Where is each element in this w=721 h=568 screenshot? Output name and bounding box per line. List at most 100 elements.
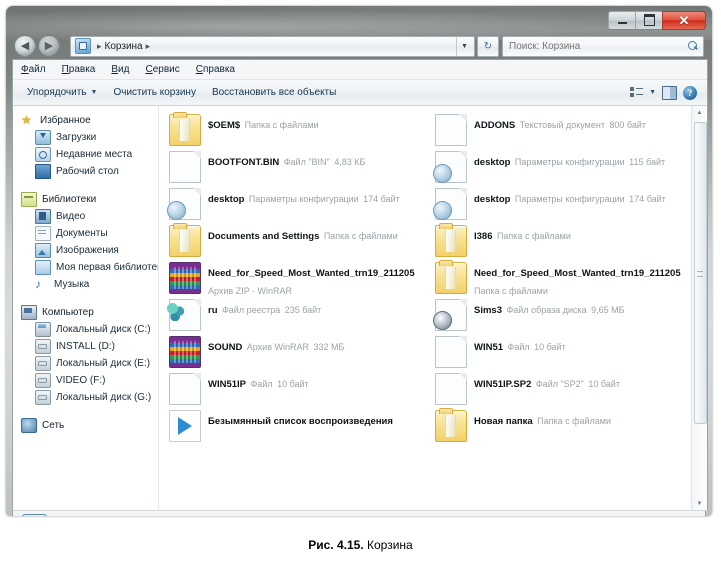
maximize-button[interactable] (635, 11, 663, 30)
sidebar-label: Сеть (42, 420, 64, 431)
list-item[interactable]: ADDONS Текстовый документ 800 байт (429, 112, 691, 149)
minimize-button[interactable] (608, 11, 636, 30)
sidebar-item-network[interactable]: Сеть (13, 417, 158, 434)
file-size: 9,65 МБ (591, 305, 624, 315)
list-item[interactable]: Documents and Settings Папка с файлами (163, 223, 425, 260)
breadcrumb-separator-end-icon[interactable]: ▸ (146, 41, 151, 52)
nav-group-network: Сеть (13, 417, 158, 434)
sidebar-label: Музыка (54, 279, 89, 290)
disc-image-icon (435, 299, 467, 331)
file-name: BOOTFONT.BIN (208, 157, 279, 168)
sidebar-label: Документы (56, 228, 108, 239)
list-item[interactable]: desktop Параметры конфигурации 174 байт (163, 186, 425, 223)
folder-icon (169, 225, 201, 257)
file-type: Папка с файлами (537, 416, 611, 426)
file-size: 10 байт (534, 342, 566, 352)
file-name: WIN51 (474, 342, 503, 353)
help-icon[interactable]: ? (683, 86, 697, 100)
libraries-icon (21, 192, 37, 207)
sidebar-item-my-first-library[interactable]: Моя первая библиотека (13, 259, 158, 276)
sidebar-item-music[interactable]: ♪ Музыка (13, 276, 158, 293)
toolbar-right-group: ▼ ? (630, 86, 701, 100)
sidebar-item-pictures[interactable]: Изображения (13, 242, 158, 259)
computer-icon (21, 305, 37, 320)
search-box[interactable] (502, 36, 704, 57)
sidebar-item-recent-places[interactable]: Недавние места (13, 146, 158, 163)
folder-icon (435, 225, 467, 257)
address-bar-row: ◀ ▶ ▸ Корзина ▸ ▼ ↻ (6, 33, 712, 59)
empty-recycle-bin-button[interactable]: Очистить корзину (105, 87, 204, 98)
view-chevron-down-icon[interactable]: ▼ (649, 89, 656, 96)
restore-all-items-button[interactable]: Восстановить все объекты (204, 87, 344, 98)
text-file-icon (435, 114, 467, 146)
forward-icon: ▶ (45, 41, 53, 52)
list-item[interactable]: $OEM$ Папка с файлами (163, 112, 425, 149)
scroll-down-button[interactable]: ▼ (692, 497, 707, 511)
vertical-scrollbar[interactable]: ▲ ▼ (691, 106, 707, 511)
address-bar[interactable]: ▸ Корзина ▸ ▼ (70, 36, 475, 57)
list-item[interactable]: Новая папка Папка с файлами (429, 408, 691, 445)
sidebar-item-video[interactable]: Видео (13, 208, 158, 225)
list-item[interactable]: ru Файл реестра 235 байт (163, 297, 425, 334)
breadcrumb-current[interactable]: Корзина (105, 41, 143, 52)
search-input[interactable] (507, 40, 688, 53)
list-item[interactable]: Need_for_Speed_Most_Wanted_trn19_211205 … (163, 260, 425, 297)
sidebar-item-drive-c[interactable]: Локальный диск (C:) (13, 321, 158, 338)
chevron-down-icon: ▼ (91, 89, 98, 96)
list-item[interactable]: Sims3 Файл образа диска 9,65 МБ (429, 297, 691, 334)
sidebar-item-downloads[interactable]: Загрузки (13, 129, 158, 146)
preview-pane-icon[interactable] (662, 86, 677, 100)
list-item[interactable]: BOOTFONT.BIN Файл "BIN" 4,83 КБ (163, 149, 425, 186)
list-item[interactable]: WIN51IP.SP2 Файл "SP2" 10 байт (429, 371, 691, 408)
list-item[interactable]: SOUND Архив WinRAR 332 МБ (163, 334, 425, 371)
file-name: ru (208, 305, 218, 316)
file-name: WIN51IP.SP2 (474, 379, 531, 390)
command-toolbar: Упорядочить ▼ Очистить корзину Восстанов… (13, 80, 707, 106)
sidebar-item-drive-e[interactable]: Локальный диск (E:) (13, 355, 158, 372)
config-file-icon (435, 188, 467, 220)
menu-item-file[interactable]: Файл (21, 64, 46, 75)
sidebar-item-computer[interactable]: Компьютер (13, 304, 158, 321)
refresh-button[interactable]: ↻ (477, 36, 499, 57)
list-item[interactable]: desktop Параметры конфигурации 115 байт (429, 149, 691, 186)
search-icon[interactable] (688, 41, 699, 52)
file-type: Текстовый документ (520, 120, 605, 130)
menu-item-edit[interactable]: Правка (62, 64, 96, 75)
list-item[interactable]: Need_for_Speed_Most_Wanted_trn19_211205 … (429, 260, 691, 297)
sidebar-item-desktop[interactable]: Рабочий стол (13, 163, 158, 180)
forward-button[interactable]: ▶ (38, 35, 60, 57)
list-item[interactable]: Безымянный список воспроизведения (163, 408, 425, 445)
nav-group-favorites: ★ Избранное Загрузки Недавние места (13, 112, 158, 180)
sidebar-label: Загрузки (56, 132, 96, 143)
menu-item-tools[interactable]: Сервис (145, 64, 179, 75)
file-list-view[interactable]: $OEM$ Папка с файлами ADDONS Текстовый д… (159, 106, 691, 511)
sidebar-item-drive-f[interactable]: VIDEO (F:) (13, 372, 158, 389)
list-item[interactable]: I386 Папка с файлами (429, 223, 691, 260)
organize-button[interactable]: Упорядочить ▼ (19, 87, 105, 98)
scroll-up-button[interactable]: ▲ (692, 106, 707, 120)
file-icon (435, 373, 467, 405)
folder-icon (169, 114, 201, 146)
address-dropdown-button[interactable]: ▼ (456, 37, 472, 56)
back-button[interactable]: ◀ (14, 35, 36, 57)
nav-group-libraries: Библиотеки Видео Документы Изображе (13, 191, 158, 293)
sidebar-item-drive-g[interactable]: Локальный диск (G:) (13, 389, 158, 406)
scrollbar-thumb[interactable] (694, 122, 707, 424)
sidebar-label: Изображения (56, 245, 119, 256)
list-item[interactable]: WIN51IP Файл 10 байт (163, 371, 425, 408)
pictures-icon (35, 243, 51, 258)
list-item[interactable]: desktop Параметры конфигурации 174 байт (429, 186, 691, 223)
sidebar-item-documents[interactable]: Документы (13, 225, 158, 242)
menu-item-view[interactable]: Вид (111, 64, 129, 75)
menu-item-help[interactable]: Справка (196, 64, 235, 75)
file-size: 174 байт (363, 194, 400, 204)
change-view-icon[interactable] (630, 87, 643, 98)
organize-label: Упорядочить (27, 87, 87, 98)
sidebar-item-favorites[interactable]: ★ Избранное (13, 112, 158, 129)
close-button[interactable]: ✕ (662, 11, 706, 30)
list-item[interactable]: WIN51 Файл 10 байт (429, 334, 691, 371)
sidebar-item-libraries[interactable]: Библиотеки (13, 191, 158, 208)
recycle-bin-icon (22, 513, 46, 517)
sidebar-item-drive-d[interactable]: INSTALL (D:) (13, 338, 158, 355)
file-icon (169, 151, 201, 183)
